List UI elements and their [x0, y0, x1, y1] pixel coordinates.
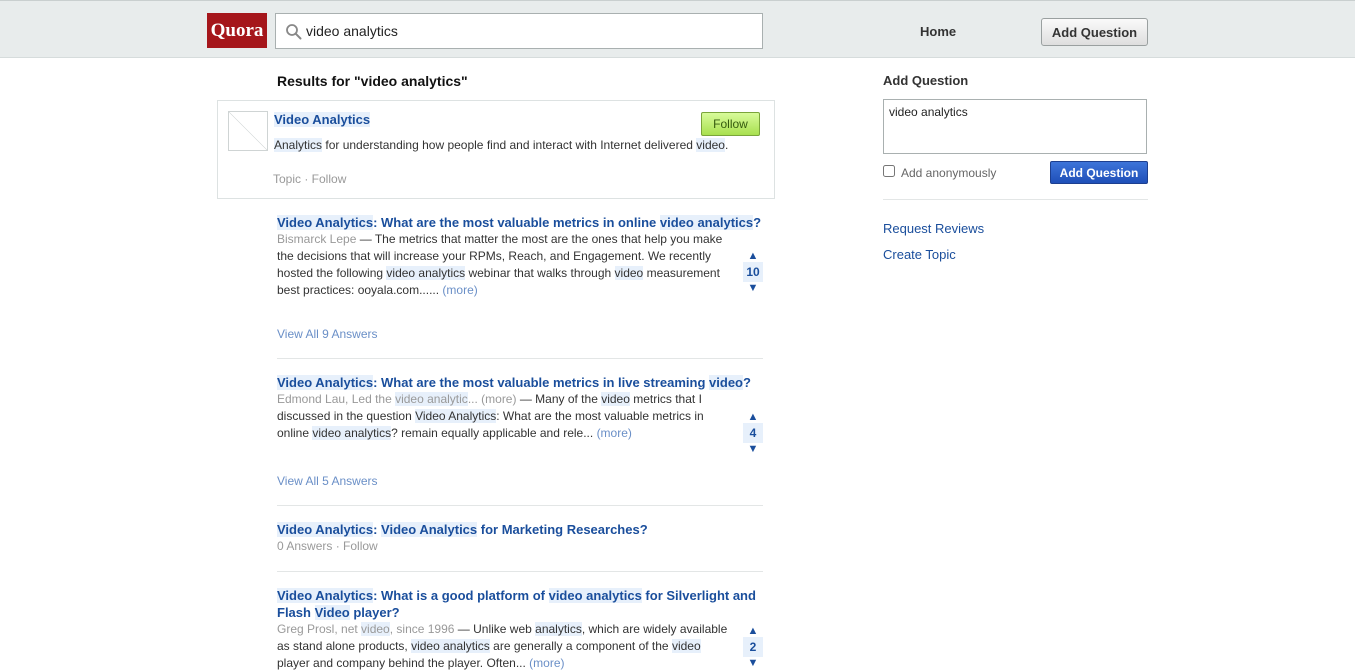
vote-widget: ▲ 2 ▼	[743, 625, 763, 669]
answer-highlight: video analytics	[411, 639, 490, 653]
view-all-answers-link[interactable]: View All 9 Answers	[277, 327, 378, 341]
answer-snippet: Edmond Lau, Led the video analytic... (m…	[277, 391, 735, 442]
question-item: Video Analytics: What are the most valua…	[277, 214, 763, 299]
topic-desc-text: for understanding how people find and in…	[322, 138, 697, 152]
question-title-highlight: Video	[314, 605, 350, 620]
add-question-button[interactable]: Add Question	[1041, 18, 1148, 46]
answer-text: ? remain equally applicable and rele...	[391, 426, 597, 440]
vote-count: 2	[743, 637, 763, 657]
question-title-link[interactable]: Video Analytics: What are the most valua…	[277, 375, 751, 390]
topic-desc-highlight: Analytics	[274, 138, 323, 152]
question-title-text: ?	[743, 375, 751, 390]
question-meta[interactable]: 0 Answers · Follow	[277, 538, 735, 555]
more-link[interactable]: (more)	[442, 283, 477, 297]
sidebar-add-question-title: Add Question	[883, 73, 969, 88]
answer-author[interactable]: Greg Prosl, net	[277, 622, 361, 636]
question-title-highlight: Video Analytics	[381, 522, 478, 537]
answer-author-more[interactable]: ... (more)	[468, 392, 520, 406]
upvote-arrow-icon[interactable]: ▲	[743, 411, 763, 423]
search-icon	[286, 24, 302, 40]
answer-highlight: Video Analytics	[415, 409, 497, 423]
vote-count: 10	[743, 262, 763, 282]
question-title-highlight: video analytics	[548, 588, 642, 603]
answer-highlight: video	[614, 266, 644, 280]
answer-highlight: video analytics	[312, 426, 392, 440]
topic-meta[interactable]: Topic · Follow	[273, 172, 346, 186]
question-title-highlight: Video Analytics	[277, 375, 374, 390]
answer-text: are generally a component of the	[489, 639, 672, 653]
answer-author[interactable]: Edmond Lau, Led the	[277, 392, 395, 406]
question-item: Video Analytics: Video Analytics for Mar…	[277, 521, 763, 555]
topic-card: Video Analytics Follow Analytics for und…	[217, 100, 775, 199]
upvote-arrow-icon[interactable]: ▲	[743, 250, 763, 262]
topic-description: Analytics for understanding how people f…	[274, 137, 744, 154]
downvote-arrow-icon[interactable]: ▼	[743, 657, 763, 669]
vote-widget: ▲ 10 ▼	[743, 250, 763, 294]
answer-highlight: video analytics	[386, 266, 466, 280]
divider	[277, 358, 763, 359]
question-title-text: player?	[349, 605, 400, 620]
create-topic-link[interactable]: Create Topic	[883, 247, 956, 262]
topic-thumbnail[interactable]	[228, 111, 268, 151]
question-item: Video Analytics: What is a good platform…	[277, 587, 763, 670]
question-title-highlight: video analytics	[659, 215, 754, 230]
nav-home-link[interactable]: Home	[920, 24, 956, 39]
sidebar-add-question-button[interactable]: Add Question	[1050, 161, 1148, 184]
question-title-highlight: video	[709, 375, 743, 390]
search-input[interactable]	[306, 14, 756, 48]
answer-author[interactable]: Bismarck Lepe	[277, 232, 356, 246]
divider	[277, 571, 763, 572]
question-title-text: :	[373, 522, 382, 537]
question-title-highlight: Video Analytics	[277, 522, 374, 537]
search-box[interactable]	[275, 13, 763, 49]
downvote-arrow-icon[interactable]: ▼	[743, 443, 763, 455]
answer-highlight: video	[671, 639, 701, 653]
answer-snippet: Greg Prosl, net video, since 1996 — Unli…	[277, 621, 735, 670]
answer-text: — Unlike web	[454, 622, 536, 636]
upvote-arrow-icon[interactable]: ▲	[743, 625, 763, 637]
question-textarea[interactable]: video analytics	[883, 99, 1147, 154]
question-title-text: : What are the most valuable metrics in …	[373, 215, 660, 230]
question-title-text: : What is a good platform of	[373, 588, 549, 603]
results-title: Results for "video analytics"	[277, 73, 468, 89]
question-title-link[interactable]: Video Analytics: What is a good platform…	[277, 588, 756, 620]
question-title-link[interactable]: Video Analytics: Video Analytics for Mar…	[277, 522, 648, 537]
divider	[277, 505, 763, 506]
answer-snippet: Bismarck Lepe — The metrics that matter …	[277, 231, 735, 299]
answer-author-credential: , since 1996	[389, 622, 455, 636]
vote-count: 4	[743, 423, 763, 443]
answer-text: webinar that walks through	[465, 266, 615, 280]
quora-logo[interactable]: Quora	[207, 13, 267, 48]
request-reviews-link[interactable]: Request Reviews	[883, 221, 984, 236]
topic-desc-text: .	[724, 138, 729, 152]
answer-author-highlight: video	[361, 622, 390, 636]
topic-desc-highlight: video	[696, 138, 725, 152]
question-title-highlight: Video Analytics	[277, 588, 374, 603]
question-title-link[interactable]: Video Analytics: What are the most valua…	[277, 215, 761, 230]
answer-highlight: analytics	[535, 622, 582, 636]
more-link[interactable]: (more)	[597, 426, 632, 440]
answer-highlight: video	[601, 392, 630, 406]
anonymous-checkbox[interactable]	[883, 165, 895, 177]
answer-author-highlight: video analytic	[395, 392, 468, 406]
answer-text: — Many of the	[519, 392, 602, 406]
more-link[interactable]: (more)	[529, 656, 564, 670]
topic-title-link[interactable]: Video Analytics	[274, 112, 371, 127]
sidebar-divider	[883, 199, 1148, 200]
vote-widget: ▲ 4 ▼	[743, 411, 763, 455]
anonymous-label[interactable]: Add anonymously	[901, 166, 996, 180]
answer-text: player and company behind the player. Of…	[277, 656, 530, 670]
question-title-text: : What are the most valuable metrics in …	[373, 375, 710, 390]
view-all-answers-link[interactable]: View All 5 Answers	[277, 474, 378, 488]
question-item: Video Analytics: What are the most valua…	[277, 374, 763, 442]
question-title-text: ?	[753, 215, 762, 230]
question-title-text: for Marketing Researches?	[477, 522, 648, 537]
downvote-arrow-icon[interactable]: ▼	[743, 282, 763, 294]
question-title-highlight: Video Analytics	[277, 215, 374, 230]
top-bar: Quora Home Add Question	[0, 0, 1355, 58]
follow-button[interactable]: Follow	[701, 112, 760, 136]
